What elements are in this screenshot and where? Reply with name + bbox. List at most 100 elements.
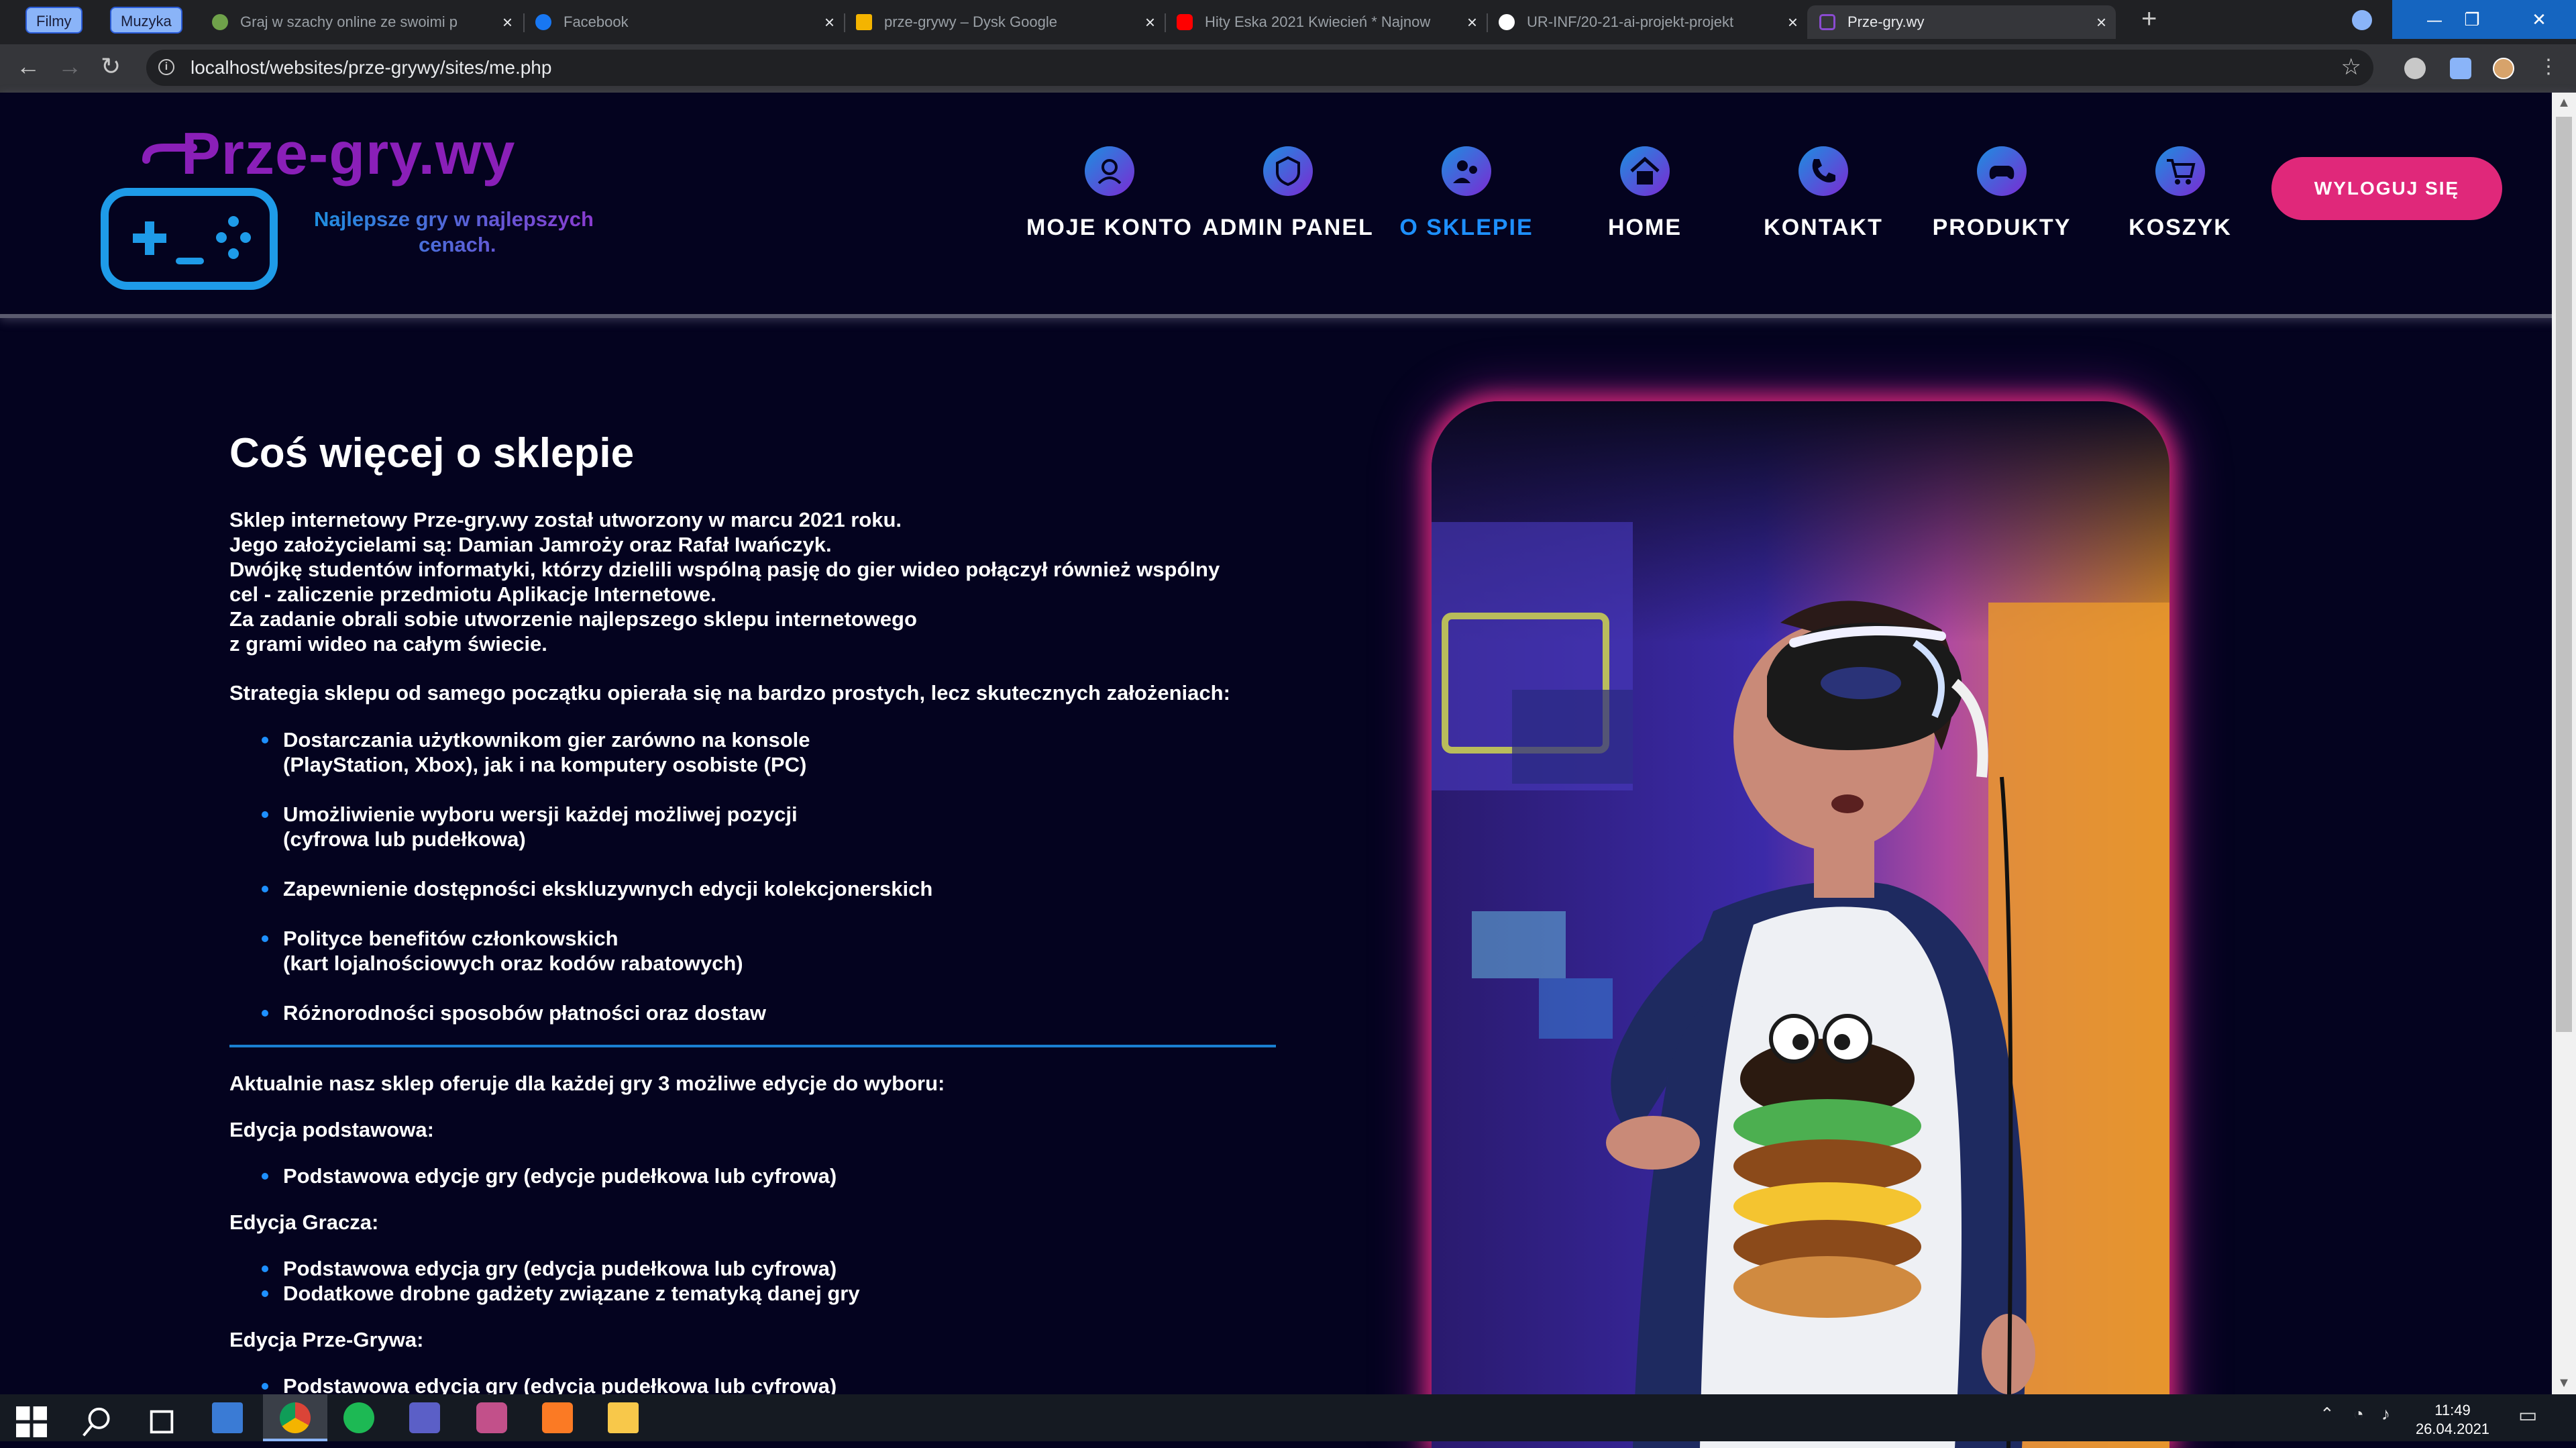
logout-button[interactable]: WYLOGUJ SIĘ <box>2271 157 2502 220</box>
intro-line: Jego założycielami są: Damian Jamroży or… <box>229 533 832 556</box>
notification-center-icon[interactable]: ▭ <box>2518 1404 2537 1427</box>
windows-start-icon[interactable] <box>16 1406 47 1437</box>
extensions-puzzle-icon[interactable] <box>2450 58 2471 79</box>
scroll-up-arrow-icon[interactable]: ▲ <box>2552 95 2576 111</box>
close-tab-icon[interactable]: × <box>824 5 835 39</box>
intro-line: cel - zaliczenie przedmiotu Aplikacje In… <box>229 582 716 606</box>
spotify-icon[interactable] <box>343 1402 374 1433</box>
task-view-icon[interactable] <box>146 1406 177 1437</box>
bullet-dot <box>262 1010 268 1017</box>
page-title: Coś więcej o sklepie <box>229 430 635 476</box>
gamepad-icon <box>1977 146 2027 196</box>
browser-tab-bar: Filmy Muzyka Graj w szachy online ze swo… <box>0 0 2576 44</box>
nav-label: HOME <box>1608 215 1682 240</box>
gamepad-favicon-icon <box>1819 14 1835 30</box>
chrome-taskbar-button[interactable] <box>263 1394 327 1441</box>
windows-taskbar: ⌃ ◔ ♪ 11:49 26.04.2021 ▭ <box>0 1394 2576 1441</box>
edition-name: Edycja Gracza: <box>229 1210 379 1234</box>
nav-o-sklepie[interactable]: O SKLEPIE <box>1373 146 1560 241</box>
bookmark-muzyka[interactable]: Muzyka <box>110 7 182 34</box>
bullet-dot <box>262 737 268 743</box>
url-text[interactable]: localhost/websites/prze-grywy/sites/me.p… <box>191 50 551 86</box>
site-header: Prze-gry.wy Najlepsze gry w najlepszych … <box>0 93 2576 318</box>
menu-kebab-icon[interactable]: ⋮ <box>2538 55 2559 79</box>
cart-icon <box>2155 146 2205 196</box>
forward-arrow-icon[interactable]: → <box>58 52 82 81</box>
nav-label: KONTAKT <box>1764 215 1883 240</box>
nav-koszyk[interactable]: KOSZYK <box>2086 146 2274 241</box>
xampp-icon[interactable] <box>542 1402 573 1433</box>
close-window-icon[interactable]: ✕ <box>2502 0 2576 39</box>
nav-kontakt[interactable]: KONTAKT <box>1729 146 1917 241</box>
nav-label: MOJE KONTO <box>1026 215 1193 240</box>
close-tab-icon[interactable]: × <box>1145 5 1155 39</box>
folder-icon[interactable] <box>608 1402 639 1433</box>
nav-produkty[interactable]: PRODUKTY <box>1908 146 2096 241</box>
nav-moje-konto[interactable]: MOJE KONTO <box>1016 146 1203 241</box>
tab-title: Hity Eska 2021 Kwiecień * Najnow <box>1205 13 1431 30</box>
tab-youtube[interactable]: Hity Eska 2021 Kwiecień * Najnow × <box>1165 5 1487 39</box>
youtube-icon <box>1177 14 1193 30</box>
intro-line: Za zadanie obrali sobie utworzenie najle… <box>229 607 917 631</box>
bullet-line: (kart lojalnościowych oraz kodów rabatow… <box>283 951 743 975</box>
home-icon <box>1620 146 1670 196</box>
nav-label: KOSZYK <box>2129 215 2232 240</box>
clock-date: 26.04.2021 <box>2415 1420 2490 1437</box>
file-manager-app-icon[interactable] <box>212 1402 243 1433</box>
intro-line: Dwójkę studentów informatyki, którzy dzi… <box>229 558 1220 581</box>
facebook-icon <box>535 14 551 30</box>
bullet-line: Różnorodności sposobów płatności oraz do… <box>283 1001 766 1025</box>
scrollbar-thumb[interactable] <box>2556 117 2572 1032</box>
scroll-down-arrow-icon[interactable]: ▼ <box>2552 1376 2576 1391</box>
close-tab-icon[interactable]: × <box>1788 5 1798 39</box>
bullet-line: Podstawowa edycje gry (edycje pudełkowa … <box>283 1164 837 1188</box>
app-switcher-icon[interactable] <box>476 1402 507 1433</box>
bullet-dot <box>262 935 268 942</box>
bullet-dot <box>262 1383 268 1390</box>
teams-icon[interactable] <box>409 1402 440 1433</box>
intro-line: Sklep internetowy Prze-gry.wy został utw… <box>229 508 902 531</box>
vr-gamer-photo <box>1432 401 2169 1448</box>
intro-line: z grami wideo na całym świecie. <box>229 632 547 656</box>
bullet-line: (cyfrowa lub pudełkowa) <box>283 827 526 851</box>
page-scrollbar[interactable]: ▲ ▼ <box>2552 93 2576 1394</box>
nav-label: O SKLEPIE <box>1399 215 1534 240</box>
nav-admin-panel[interactable]: ADMIN PANEL <box>1194 146 1382 241</box>
google-drive-icon <box>856 14 872 30</box>
tagline-line-1: Najlepsze gry w najlepszych <box>314 207 594 231</box>
reload-icon[interactable]: ↻ <box>101 52 121 81</box>
tab-github[interactable]: UR-INF/20-21-ai-projekt-projekt × <box>1487 5 1807 39</box>
tab-title: Prze-gry.wy <box>1847 13 1925 30</box>
close-tab-icon[interactable]: × <box>502 5 513 39</box>
tab-prze-gry-wy[interactable]: Prze-gry.wy × <box>1807 5 2116 39</box>
bookmark-star-icon[interactable]: ☆ <box>2341 54 2361 81</box>
system-clock[interactable]: 11:49 26.04.2021 <box>2379 1401 2526 1439</box>
back-arrow-icon[interactable]: ← <box>16 52 40 81</box>
close-tab-icon[interactable]: × <box>1467 5 1477 39</box>
extension-record-icon[interactable] <box>2404 58 2426 79</box>
new-tab-plus-icon[interactable]: + <box>2141 4 2157 34</box>
show-hidden-icons-chevron-icon[interactable]: ⌃ <box>2320 1404 2334 1425</box>
site-logo[interactable]: Prze-gry.wy Najlepsze gry w najlepszych … <box>99 119 609 294</box>
search-icon[interactable] <box>82 1406 113 1437</box>
omnibox[interactable]: i localhost/websites/prze-grywy/sites/me… <box>146 50 2373 86</box>
close-tab-icon[interactable]: × <box>2096 5 2106 39</box>
tab-title: Graj w szachy online ze swoimi p <box>240 13 458 30</box>
bookmark-filmy[interactable]: Filmy <box>25 7 83 34</box>
nav-home[interactable]: HOME <box>1551 146 1739 241</box>
profile-avatar-icon[interactable] <box>2493 58 2514 79</box>
site-info-icon[interactable]: i <box>158 59 174 75</box>
tab-title: prze-grywy – Dysk Google <box>884 13 1057 30</box>
bullet-dot <box>262 1290 268 1297</box>
bullet-line: Zapewnienie dostępności ekskluzywnych ed… <box>283 877 933 900</box>
restore-icon[interactable]: ❐ <box>2442 0 2502 39</box>
tab-facebook[interactable]: Facebook × <box>523 5 844 39</box>
tab-chess[interactable]: Graj w szachy online ze swoimi p × <box>200 5 522 39</box>
tab-google-drive[interactable]: prze-grywy – Dysk Google × <box>844 5 1165 39</box>
wifi-icon[interactable]: ◔ <box>2353 1404 2364 1425</box>
intro-paragraph: Sklep internetowy Prze-gry.wy został utw… <box>229 507 1276 656</box>
bullet-line: Polityce benefitów członkowskich <box>283 927 619 950</box>
bullet-line: (PlayStation, Xbox), jak i na komputery … <box>283 753 807 776</box>
address-bar-row: ← → ↻ i localhost/websites/prze-grywy/si… <box>0 44 2576 93</box>
bullet-dot <box>262 1265 268 1272</box>
